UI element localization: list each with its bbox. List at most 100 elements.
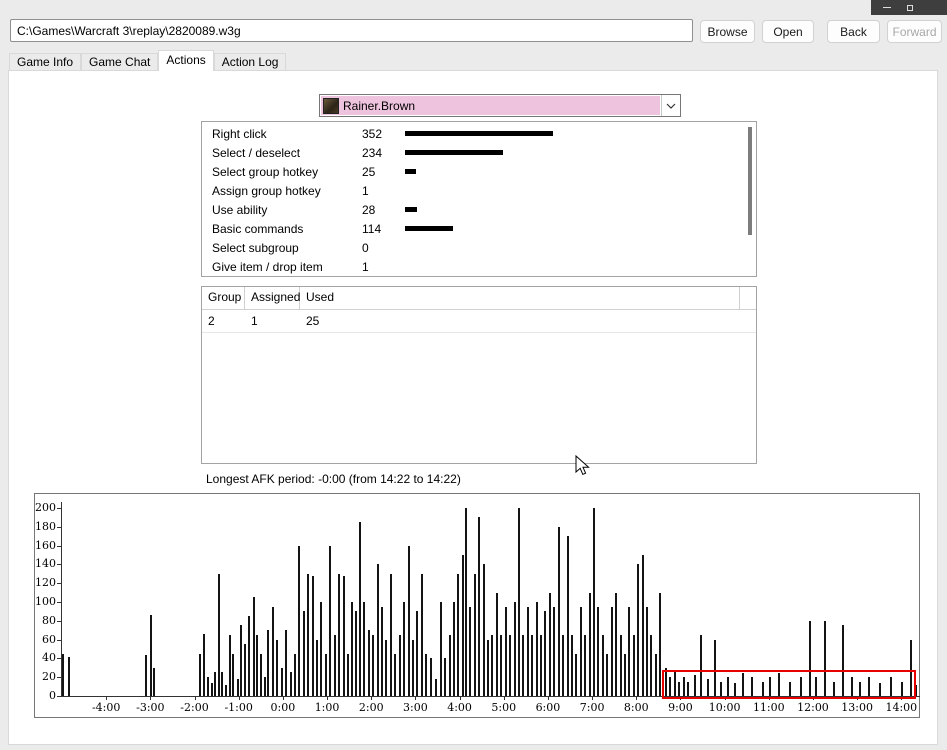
apm-bar [367,630,370,696]
x-tick [194,697,196,700]
apm-bar [394,654,397,696]
chevron-down-icon[interactable] [661,95,680,116]
stat-count: 25 [362,165,376,179]
x-tick-label: 12:00 [797,701,829,714]
apm-bar [416,611,419,696]
apm-bar [513,602,516,696]
stat-row[interactable]: Right click 352 [202,125,756,144]
apm-bar [214,672,217,696]
apm-bar [628,607,631,696]
y-tick [57,658,61,660]
apm-bar [461,555,464,696]
stat-bar-icon [405,131,553,136]
actions-tab-panel: Rainer.Brown Right click 352 Select / dese… [8,70,938,745]
apm-bar [439,602,442,696]
stat-row[interactable]: Use ability 28 [202,201,756,220]
table-cell: 2 [208,314,215,328]
tab-actions[interactable]: Actions [158,50,214,71]
tab-action-log[interactable]: Action Log [213,53,287,70]
open-button[interactable]: Open [762,20,814,43]
apm-bar [615,593,618,696]
tab-game-info[interactable]: Game Info [9,53,82,70]
apm-bar [398,635,401,696]
stats-scrollbar[interactable] [747,127,753,271]
stat-row[interactable]: Give item / drop item 1 [202,258,756,277]
player-avatar-icon [323,97,339,114]
replay-path-input[interactable] [10,19,693,42]
apm-bar [244,644,246,696]
stat-count: 28 [362,203,376,217]
apm-bar [641,555,644,696]
forward-button[interactable]: Forward [887,20,942,43]
y-tick [57,696,61,697]
stat-row[interactable]: Basic commands 114 [202,220,756,239]
stat-row[interactable]: Select subgroup 0 [202,239,756,258]
column-header[interactable]: Group [202,287,245,309]
tab-bar: Game Info Game Chat Actions Action Log [9,50,287,71]
apm-bar [504,607,507,696]
tab-game-chat[interactable]: Game Chat [81,53,159,70]
stat-label: Basic commands [212,222,304,236]
apm-bar [263,677,266,696]
apm-bar [407,546,410,696]
y-tick [57,564,61,566]
x-tick-label: 9:00 [668,701,693,714]
x-tick-label: 13:00 [841,701,873,714]
y-tick-label: 20 [42,670,56,684]
apm-bar [473,574,476,696]
apm-bar [198,654,201,696]
player-select-dropdown[interactable]: Rainer.Brown [319,94,681,117]
y-tick-label: 120 [35,576,56,590]
apm-bar [224,685,227,696]
y-tick [57,545,61,547]
apm-bar [593,508,595,696]
x-tick-label: 10:00 [708,701,741,714]
y-tick-label: 80 [42,613,56,627]
stat-row[interactable]: Assign group hotkey 1 [202,182,756,201]
apm-bar [482,564,485,696]
window-maximize-icon[interactable] [907,4,913,11]
apm-bar [540,635,542,696]
apm-bar [584,635,587,696]
apm-bar [372,635,375,696]
x-tick [503,697,505,700]
stat-row[interactable]: Select / deselect 234 [202,144,756,163]
hotkey-table-body: 2 1 25 [202,310,756,333]
apm-bar [380,607,383,696]
stat-label: Select / deselect [212,146,301,160]
table-row[interactable]: 2 1 25 [202,310,756,333]
x-tick [371,697,373,700]
player-selected-item[interactable]: Rainer.Brown [321,96,660,115]
apm-bar [610,607,613,696]
apm-bar [385,640,388,696]
apm-bar [522,635,525,696]
x-tick-label: 3:00 [403,701,428,714]
apm-bar [376,564,379,696]
apm-bar [566,536,569,696]
scrollbar-thumb[interactable] [748,127,752,235]
apm-bar [654,654,657,696]
y-tick [57,620,61,622]
column-header[interactable]: Used [300,287,740,309]
x-tick [282,697,284,700]
afk-period-text: Longest AFK period: -0:00 (from 14:22 to… [206,472,461,486]
y-tick [57,602,61,603]
apm-bar [236,679,239,696]
apm-bar [67,657,70,696]
apm-bar [570,635,573,696]
apm-bar [526,607,529,696]
back-button[interactable]: Back [827,20,880,43]
stat-count: 1 [362,184,369,198]
apm-bar [228,635,231,696]
stat-count: 234 [362,146,383,160]
apm-bar [457,574,460,696]
y-tick-label: 100 [35,595,56,608]
browse-button[interactable]: Browse [700,20,755,43]
window-minimize-icon[interactable] [883,7,891,8]
afk-highlight-box [661,669,916,699]
column-header[interactable]: Assigned [245,287,300,309]
apm-bar [491,635,494,696]
apm-bar [469,607,472,696]
stat-row[interactable]: Select group hotkey 25 [202,163,756,182]
hotkey-group-table: Group Assigned Used 2 1 25 [201,286,757,464]
